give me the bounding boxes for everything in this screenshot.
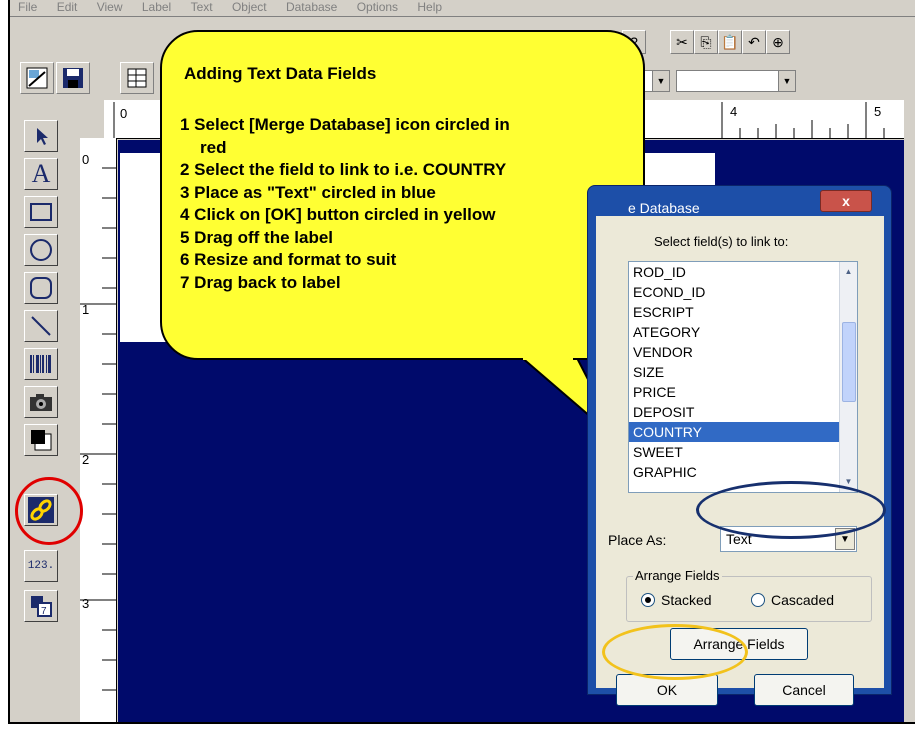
callout-title: Adding Text Data Fields bbox=[184, 64, 377, 83]
arrange-fields-group: Arrange Fields Stacked Cascaded bbox=[626, 568, 872, 622]
callout-step: 3 Place as "Text" circled in blue bbox=[180, 182, 436, 202]
callout-step: 7 Drag back to label bbox=[180, 272, 341, 292]
list-item[interactable]: ROD_ID bbox=[629, 262, 857, 282]
radio-label: Cascaded bbox=[771, 592, 835, 608]
radio-dot bbox=[641, 593, 655, 607]
callout-joint bbox=[523, 354, 573, 360]
list-item[interactable]: GRAPHIC bbox=[629, 462, 857, 482]
callout-step: 4 Click on [OK] button circled in yellow bbox=[180, 205, 496, 224]
highlight-blue-circle bbox=[696, 481, 886, 539]
place-as-label: Place As: bbox=[608, 532, 667, 548]
list-item[interactable]: ATEGORY bbox=[629, 322, 857, 342]
callout-step: red bbox=[200, 137, 227, 157]
field-prompt: Select field(s) to link to: bbox=[654, 234, 789, 249]
scroll-up-icon[interactable]: ▲ bbox=[841, 264, 856, 280]
highlight-red-circle bbox=[15, 477, 83, 545]
list-item[interactable]: SWEET bbox=[629, 442, 857, 462]
field-list[interactable]: ROD_ID ECOND_ID ESCRIPT ATEGORY VENDOR S… bbox=[628, 261, 858, 493]
callout-step: 6 Resize and format to suit bbox=[180, 250, 397, 269]
list-item[interactable]: DEPOSIT bbox=[629, 402, 857, 422]
list-item[interactable]: VENDOR bbox=[629, 342, 857, 362]
dialog-body: Select field(s) to link to: ROD_ID ECOND… bbox=[596, 216, 884, 706]
list-item[interactable]: SIZE bbox=[629, 362, 857, 382]
radio-label: Stacked bbox=[661, 592, 712, 608]
cancel-button[interactable]: Cancel bbox=[754, 674, 854, 706]
scroll-thumb[interactable] bbox=[842, 322, 856, 402]
list-item-selected[interactable]: COUNTRY bbox=[629, 422, 857, 442]
highlight-yellow-circle bbox=[602, 624, 748, 680]
callout-step: 5 Drag off the label bbox=[180, 227, 334, 247]
list-scrollbar[interactable]: ▲ ▼ bbox=[839, 262, 857, 492]
close-icon[interactable]: x bbox=[820, 190, 872, 212]
radio-cascaded[interactable]: Cascaded bbox=[751, 592, 834, 608]
instruction-callout: Adding Text Data Fields 1 Select [Merge … bbox=[160, 30, 645, 360]
group-label: Arrange Fields bbox=[633, 568, 722, 583]
callout-steps: 1 Select [Merge Database] icon circled i… bbox=[180, 114, 640, 294]
callout-step: 2 Select the field to link to i.e. COUNT… bbox=[180, 160, 507, 179]
merge-database-dialog: e Database x Select field(s) to link to:… bbox=[587, 185, 892, 706]
callout-step: 1 Select [Merge Database] icon circled i… bbox=[180, 115, 510, 134]
list-item[interactable]: ESCRIPT bbox=[629, 302, 857, 322]
dialog-title: e Database bbox=[628, 200, 700, 216]
radio-stacked[interactable]: Stacked bbox=[641, 592, 712, 608]
radio-dot bbox=[751, 593, 765, 607]
list-item[interactable]: ECOND_ID bbox=[629, 282, 857, 302]
list-item[interactable]: PRICE bbox=[629, 382, 857, 402]
